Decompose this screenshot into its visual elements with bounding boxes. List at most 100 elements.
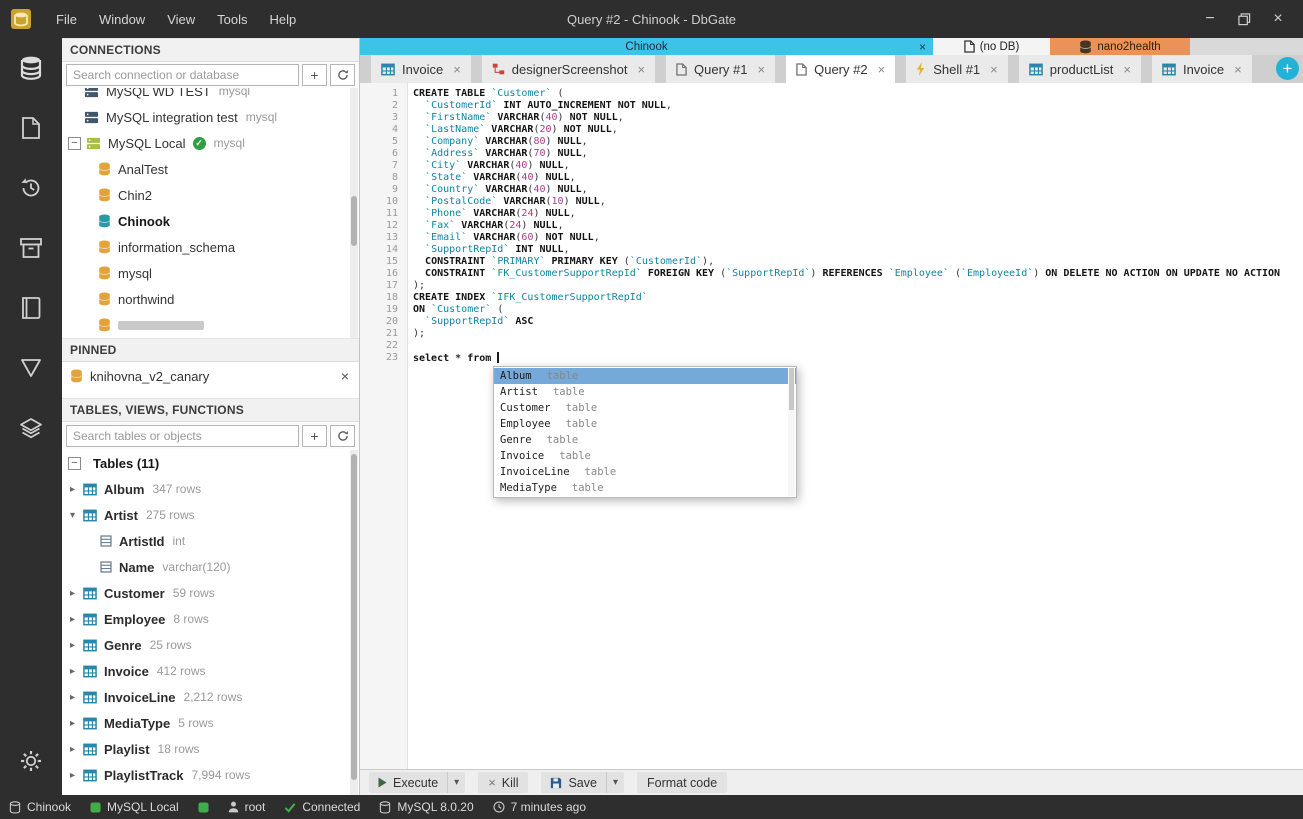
collapse-toggle[interactable]: − [68,136,81,150]
chevron-down-icon[interactable]: ▾ [70,510,83,521]
connection-item-mysql-wd-test[interactable]: MySQL WD TEST mysql [62,88,359,104]
connection-item-mysql-local[interactable]: − MySQL Local ✓ mysql [62,130,359,156]
sql-editor[interactable]: 1 2 3 4 5 6 7 8 9 10 11 12 13 14 15 16 17 18 19 20 21 22 23 CR… [360,83,1303,769]
autocomplete-item-invoiceline[interactable]: InvoiceLine table [494,464,796,480]
close-tab-icon[interactable]: × [637,62,645,77]
chevron-right-icon[interactable]: ▸ [70,484,83,495]
tab-shell-1-4[interactable]: Shell #1 × [906,55,1008,83]
connection-item-mysql-integration-test[interactable]: MySQL integration test mysql [62,104,359,130]
sidebar-history-button[interactable] [0,158,62,218]
table-item-customer[interactable]: ▸ Customer 59 rows [62,580,359,606]
table-item-employee[interactable]: ▸ Employee 8 rows [62,606,359,632]
table-item-artist[interactable]: ▾ Artist 275 rows [62,502,359,528]
connection-item-partial[interactable] [62,312,359,338]
table-item-playlisttrack[interactable]: ▸ PlaylistTrack 7,994 rows [62,762,359,788]
collapse-toggle[interactable]: − [68,456,81,470]
autocomplete-item-invoice[interactable]: Invoice table [494,448,796,464]
sidebar-file-button[interactable] [0,98,62,158]
scrollbar-thumb[interactable] [789,368,794,410]
add-table-button[interactable]: + [302,425,327,447]
autocomplete-item-employee[interactable]: Employee table [494,416,796,432]
chevron-right-icon[interactable]: ▸ [70,770,83,781]
close-tab-icon[interactable]: × [1234,62,1242,77]
autocomplete-item-mediatype[interactable]: MediaType table [494,480,796,496]
tab-invoice-0[interactable]: Invoice × [371,55,471,83]
execute-button[interactable]: Execute [369,772,447,793]
chevron-right-icon[interactable]: ▸ [70,640,83,651]
tables-search-input[interactable] [66,425,299,447]
chevron-right-icon[interactable]: ▸ [70,588,83,599]
connection-item-analtest[interactable]: AnalTest [62,156,359,182]
sidebar-archive-button[interactable] [0,218,62,278]
close-tab-icon[interactable]: × [1123,62,1131,77]
tables-group-header[interactable]: − Tables (11) [62,450,359,476]
autocomplete-item-artist[interactable]: Artist table [494,384,796,400]
save-button[interactable]: Save [541,772,606,793]
autocomplete-scrollbar[interactable] [788,368,795,496]
chevron-right-icon[interactable]: ▸ [70,744,83,755]
tab-group-nano2health[interactable]: nano2health [1050,38,1190,55]
table-item-invoiceline[interactable]: ▸ InvoiceLine 2,212 rows [62,684,359,710]
autocomplete-item-album[interactable]: Album table [494,368,796,384]
menu-tools[interactable]: Tools [206,0,258,38]
tab-query-1-2[interactable]: Query #1 × [666,55,776,83]
tab-invoice-6[interactable]: Invoice × [1151,55,1252,83]
refresh-connections-button[interactable] [330,64,355,86]
table-item-playlist[interactable]: ▸ Playlist 18 rows [62,736,359,762]
sidebar-funnel-button[interactable] [0,338,62,398]
pinned-item-knihovna-v2-canary[interactable]: knihovna_v2_canary × [62,362,359,390]
sidebar-book-button[interactable] [0,278,62,338]
tab-query-2-3[interactable]: Query #2 × [786,55,896,83]
chevron-right-icon[interactable]: ▸ [70,718,83,729]
add-connection-button[interactable]: + [302,64,327,86]
connections-search-input[interactable] [66,64,299,86]
close-tab-icon[interactable]: × [453,62,461,77]
menu-view[interactable]: View [156,0,206,38]
menu-file[interactable]: File [45,0,88,38]
connection-item-northwind[interactable]: northwind [62,286,359,312]
close-tab-icon[interactable]: × [878,62,886,77]
close-button[interactable]: × [1261,0,1295,38]
connections-scrollbar[interactable] [350,88,358,338]
kill-button[interactable]: × Kill [478,772,529,793]
scrollbar-thumb[interactable] [351,196,357,246]
tab-group-chinook[interactable]: Chinook × [360,38,933,55]
menu-help[interactable]: Help [259,0,308,38]
sidebar-layers-button[interactable] [0,398,62,458]
close-group-icon[interactable]: × [919,38,926,55]
chevron-right-icon[interactable]: ▸ [70,692,83,703]
table-item-invoice[interactable]: ▸ Invoice 412 rows [62,658,359,684]
save-options-button[interactable]: ▾ [605,772,624,793]
menu-window[interactable]: Window [88,0,156,38]
autocomplete-item-customer[interactable]: Customer table [494,400,796,416]
close-tab-icon[interactable]: × [990,62,998,77]
sidebar-settings-button[interactable] [0,731,62,791]
chevron-right-icon[interactable]: ▸ [70,666,83,677]
tab-group-no-db[interactable]: (no DB) [933,38,1050,55]
connection-item-chinook[interactable]: Chinook [62,208,359,234]
table-item-genre[interactable]: ▸ Genre 25 rows [62,632,359,658]
new-tab-button[interactable]: + [1276,57,1299,80]
tab-productlist-5[interactable]: productList × [1018,55,1141,83]
column-item-name[interactable]: Name varchar(120) [62,554,359,580]
unpin-close-icon[interactable]: × [341,368,349,384]
tab-designerscreenshot-1[interactable]: designerScreenshot × [481,55,656,83]
minimize-button[interactable]: − [1193,0,1227,38]
connection-item-information-schema[interactable]: information_schema [62,234,359,260]
tables-scrollbar[interactable] [350,450,358,795]
tab-group-label: Chinook [625,40,668,53]
close-tab-icon[interactable]: × [758,62,766,77]
connection-item-mysql[interactable]: mysql [62,260,359,286]
autocomplete-item-genre[interactable]: Genre table [494,432,796,448]
chevron-right-icon[interactable]: ▸ [70,614,83,625]
sidebar-database-button[interactable] [0,38,62,98]
maximize-button[interactable] [1227,0,1261,38]
table-item-album[interactable]: ▸ Album 347 rows [62,476,359,502]
table-item-mediatype[interactable]: ▸ MediaType 5 rows [62,710,359,736]
connection-item-chin2[interactable]: Chin2 [62,182,359,208]
execute-options-button[interactable]: ▾ [447,772,465,793]
scrollbar-thumb[interactable] [351,454,357,780]
column-item-artistid[interactable]: ArtistId int [62,528,359,554]
refresh-tables-button[interactable] [330,425,355,447]
format-code-button[interactable]: Format code [637,772,728,793]
